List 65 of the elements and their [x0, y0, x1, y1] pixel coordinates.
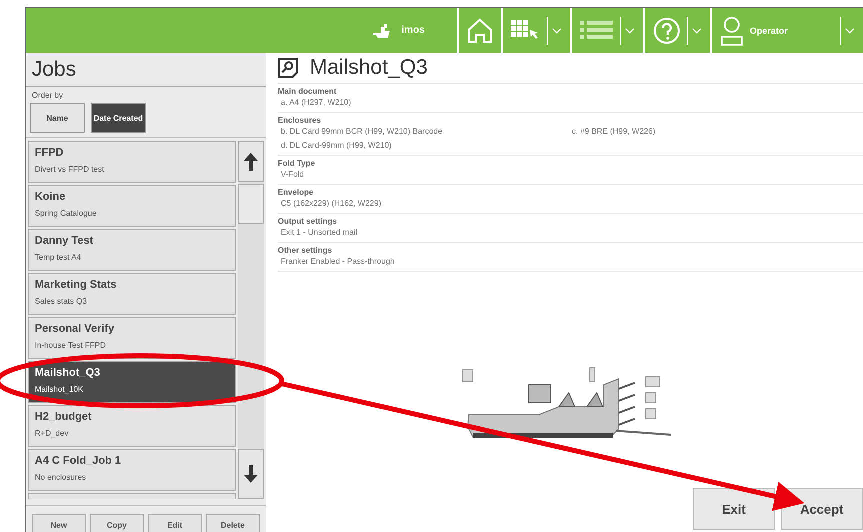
chevron-down-icon[interactable] [845, 28, 855, 34]
section-heading: Other settings [278, 246, 334, 255]
list-icon[interactable] [580, 20, 614, 40]
job-description: Sales stats Q3 [35, 297, 88, 306]
scroll-down-button[interactable] [238, 449, 264, 499]
arrow-up-icon [244, 152, 258, 170]
job-description: In-house Test FFPD [35, 341, 107, 350]
job-card[interactable]: Marketing Stats Sales stats Q3 [28, 273, 236, 315]
section-value: Franker Enabled - Pass-through [281, 256, 396, 268]
section-value: a. A4 (H297, W210) [281, 97, 352, 109]
job-description: Divert vs FFPD test [35, 165, 106, 174]
brand-label: imos [402, 25, 425, 36]
help-icon[interactable] [653, 16, 681, 44]
section-heading: Main document [278, 87, 338, 96]
job-card[interactable]: Koine Spring Catalogue [28, 185, 236, 227]
job-card[interactable]: A4 C Fold_Job 1 No enclosures [28, 449, 236, 491]
job-name: H2_budget [35, 411, 93, 423]
action-button[interactable]: Delete [206, 514, 260, 532]
job-name: Danny Test [35, 235, 94, 247]
job-name: A4 C Fold_Job 1 [35, 455, 122, 467]
chevron-down-icon[interactable] [625, 28, 635, 34]
job-card[interactable]: H2_budget R+D_dev [28, 405, 236, 447]
job-description: R+D_dev [35, 429, 70, 438]
document-search-icon [278, 58, 298, 78]
section-value: b. DL Card 99mm BCR (H99, W210) Barcode [281, 126, 444, 138]
action-button[interactable]: Copy [90, 514, 144, 532]
section-value: C5 (162x229) (H162, W229) [281, 198, 382, 210]
sort-button[interactable]: Date Created [91, 103, 146, 133]
job-description: No enclosures [35, 473, 88, 482]
section-value: Exit 1 - Unsorted mail [281, 227, 358, 239]
scroll-up-button[interactable] [238, 141, 264, 182]
dialog-button[interactable]: Exit [693, 488, 775, 530]
section-value: c. #9 BRE (H99, W226) [572, 126, 657, 138]
job-name: Marketing Stats [35, 279, 118, 291]
job-card[interactable]: Mailshot_Q3 Mailshot_10K [28, 361, 236, 403]
job-description: Temp test A4 [35, 253, 82, 262]
panel-title: Jobs [26, 53, 266, 87]
action-button[interactable]: Edit [148, 514, 202, 532]
job-name: FFPD [35, 147, 65, 159]
section-heading: Enclosures [278, 116, 322, 125]
arrow-down-icon [244, 465, 258, 483]
job-description: Mailshot_10K [35, 385, 84, 394]
section-heading: Fold Type [278, 159, 316, 168]
chevron-down-icon[interactable] [552, 28, 562, 34]
job-card[interactable]: FFPD Divert vs FFPD test [28, 141, 236, 183]
job-name: Koine [35, 191, 67, 203]
job-card[interactable]: Danny Test Temp test A4 [28, 229, 236, 271]
job-description: Spring Catalogue [35, 209, 98, 218]
home-icon[interactable] [467, 18, 493, 44]
scroll-thumb[interactable] [238, 184, 264, 224]
action-button[interactable]: New [32, 514, 86, 532]
job-card[interactable]: Personal Verify In-house Test FFPD [28, 317, 236, 359]
chevron-down-icon[interactable] [692, 28, 702, 34]
section-value: d. DL Card-99mm (H99, W210) [281, 140, 393, 152]
dialog-button[interactable]: Accept [781, 488, 863, 530]
user-icon[interactable] [720, 16, 744, 46]
job-name: Mailshot_Q3 [35, 367, 102, 379]
section-heading: Envelope [278, 188, 315, 197]
section-value: V-Fold [281, 169, 306, 181]
job-name: Personal Verify [35, 323, 116, 335]
order-label: Order by [31, 90, 64, 102]
section-heading: Output settings [278, 217, 338, 226]
job-title: Mailshot_Q3 [310, 56, 428, 80]
sort-button[interactable]: Name [30, 103, 85, 133]
grid-cursor-icon[interactable] [511, 20, 541, 42]
